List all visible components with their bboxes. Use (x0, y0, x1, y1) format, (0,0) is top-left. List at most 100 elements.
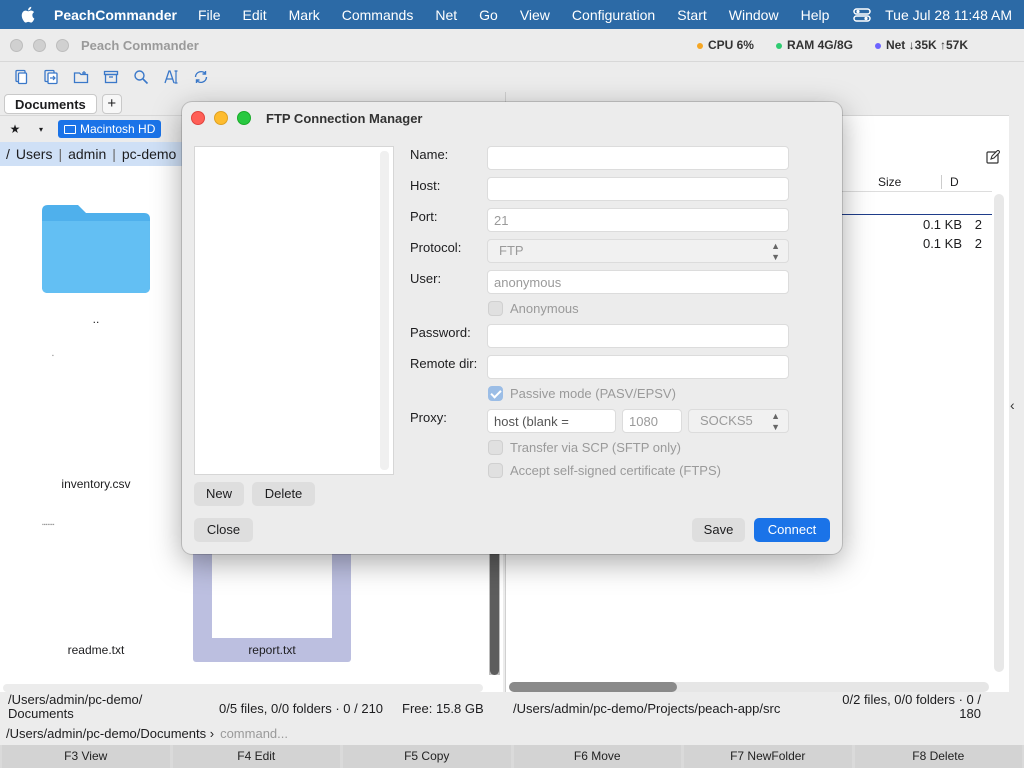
breadcrumb-admin[interactable]: admin (68, 146, 106, 162)
port-label: Port: (410, 209, 438, 224)
file-name[interactable]: .. (17, 312, 175, 326)
drive-button[interactable]: Macintosh HD (58, 120, 162, 138)
menubar-clock[interactable]: Tue Jul 28 11:48 AM (885, 7, 1012, 23)
column-date[interactable]: D (942, 175, 959, 189)
table-row[interactable]: 0.1 KB 2 (842, 236, 992, 255)
column-size[interactable]: Size (842, 174, 942, 189)
f3-view-button[interactable]: F3 View (2, 745, 170, 768)
port-input[interactable] (487, 208, 789, 232)
archive-icon[interactable] (99, 66, 122, 89)
f7-newfolder-button[interactable]: F7 NewFolder (684, 745, 852, 768)
file-name[interactable]: readme.txt (17, 643, 175, 657)
window-zoom-button[interactable] (56, 38, 69, 52)
proxy-port-input[interactable] (622, 409, 682, 433)
apple-icon[interactable] (20, 6, 36, 24)
password-input[interactable] (487, 324, 789, 348)
f5-copy-button[interactable]: F5 Copy (343, 745, 511, 768)
menu-view[interactable]: View (520, 7, 550, 23)
breadcrumb-users[interactable]: Users (16, 146, 53, 162)
menu-window[interactable]: Window (729, 7, 779, 23)
right-vertical-scrollbar[interactable] (994, 194, 1004, 672)
search-icon[interactable] (129, 66, 152, 89)
checkbox-label: Passive mode (PASV/EPSV) (510, 386, 676, 401)
text-thumbnail-icon[interactable]: ▪▪▪▪▪▪▪ (42, 522, 54, 528)
self-signed-checkbox[interactable]: Accept self-signed certificate (FTPS) (488, 463, 721, 478)
move-icon[interactable] (39, 66, 62, 89)
connect-button[interactable]: Connect (754, 518, 830, 542)
chevron-left-icon[interactable]: ‹ (1010, 397, 1015, 413)
menu-edit[interactable]: Edit (243, 7, 267, 23)
add-tab-button[interactable]: + (101, 93, 122, 114)
dialog-close-button[interactable] (191, 111, 205, 125)
name-input[interactable] (487, 146, 789, 170)
save-button[interactable]: Save (692, 518, 745, 542)
connection-list-scrollbar[interactable] (380, 151, 389, 470)
left-horizontal-scrollbar[interactable] (3, 684, 483, 692)
menu-start[interactable]: Start (677, 7, 707, 23)
delete-connection-button[interactable]: Delete (252, 482, 315, 506)
f6-move-button[interactable]: F6 Move (513, 745, 681, 768)
checkbox-box (488, 386, 503, 401)
checkbox-label: Transfer via SCP (SFTP only) (510, 440, 681, 455)
window-title: Peach Commander (81, 37, 199, 53)
system-stats: CPU 6% RAM 4G/8G Net ↓35K ↑57K (696, 38, 968, 52)
new-connection-button[interactable]: New (194, 482, 244, 506)
left-status-info: 0/5 files, 0/0 folders · 0 / 210 (219, 701, 384, 716)
menu-bar: PeachCommander File Edit Mark Commands N… (0, 0, 1024, 29)
menu-file[interactable]: File (198, 7, 221, 23)
breadcrumb-pc-demo[interactable]: pc-demo (122, 146, 176, 162)
ftp-connection-dialog: FTP Connection Manager New Delete Close … (182, 102, 842, 554)
dialog-zoom-button[interactable] (237, 111, 251, 125)
breadcrumb-root[interactable]: / (6, 146, 10, 162)
control-center-icon[interactable] (853, 7, 871, 23)
right-column-header: Size D (842, 172, 992, 192)
proxy-type-select[interactable]: SOCKS5 ▲ ▼ (688, 409, 789, 433)
scp-checkbox[interactable]: Transfer via SCP (SFTP only) (488, 440, 681, 455)
drive-label: Macintosh HD (80, 122, 156, 136)
menu-mark[interactable]: Mark (289, 7, 320, 23)
proxy-host-input[interactable] (487, 409, 616, 433)
menu-help[interactable]: Help (801, 7, 830, 23)
host-input[interactable] (487, 177, 789, 201)
window-titlebar: Peach Commander CPU 6% RAM 4G/8G Net ↓35… (0, 29, 1024, 62)
refresh-icon[interactable] (189, 66, 212, 89)
right-horizontal-scrollbar[interactable] (509, 682, 989, 692)
command-path: /Users/admin/pc-demo/Documents › (6, 725, 215, 741)
close-button[interactable]: Close (194, 518, 253, 542)
table-row[interactable]: 0.1 KB 2 (842, 217, 992, 236)
menu-commands[interactable]: Commands (342, 7, 414, 23)
new-folder-icon[interactable] (69, 66, 92, 89)
parent-folder-icon[interactable] (40, 203, 152, 293)
edit-icon[interactable] (986, 149, 1001, 164)
dialog-minimize-button[interactable] (214, 111, 228, 125)
copy-icon[interactable] (9, 66, 32, 89)
passive-mode-checkbox[interactable]: Passive mode (PASV/EPSV) (488, 386, 676, 401)
dropdown-dot-icon[interactable]: ▾ (32, 125, 50, 134)
app-menu[interactable]: PeachCommander (54, 7, 177, 23)
window-close-button[interactable] (10, 38, 23, 52)
protocol-select[interactable]: FTP ▲ ▼ (487, 239, 789, 263)
protocol-value: FTP (499, 243, 524, 258)
tab-documents[interactable]: Documents (4, 93, 97, 114)
user-input[interactable] (487, 270, 789, 294)
right-status-bar: /Users/admin/pc-demo/Projects/peach-app/… (505, 692, 1009, 722)
favorites-star-icon[interactable]: ★ (6, 122, 24, 136)
f8-delete-button[interactable]: F8 Delete (854, 745, 1022, 768)
remote-dir-input[interactable] (487, 355, 789, 379)
menu-configuration[interactable]: Configuration (572, 7, 655, 23)
rename-icon[interactable] (159, 66, 182, 89)
command-input[interactable]: command... (220, 726, 288, 741)
checkbox-box (488, 440, 503, 455)
file-name[interactable]: inventory.csv (17, 477, 175, 491)
report-thumbnail-icon (212, 554, 332, 638)
checkbox-box (488, 463, 503, 478)
file-name[interactable]: report.txt (193, 643, 351, 657)
menu-net[interactable]: Net (435, 7, 457, 23)
menu-go[interactable]: Go (479, 7, 498, 23)
anonymous-checkbox[interactable]: Anonymous (488, 301, 579, 316)
f4-edit-button[interactable]: F4 Edit (172, 745, 340, 768)
csv-thumbnail-icon[interactable]: ▪ (52, 353, 54, 359)
connection-list[interactable] (194, 146, 394, 475)
free-space: Free: 15.8 GB (402, 701, 484, 716)
window-minimize-button[interactable] (33, 38, 46, 52)
